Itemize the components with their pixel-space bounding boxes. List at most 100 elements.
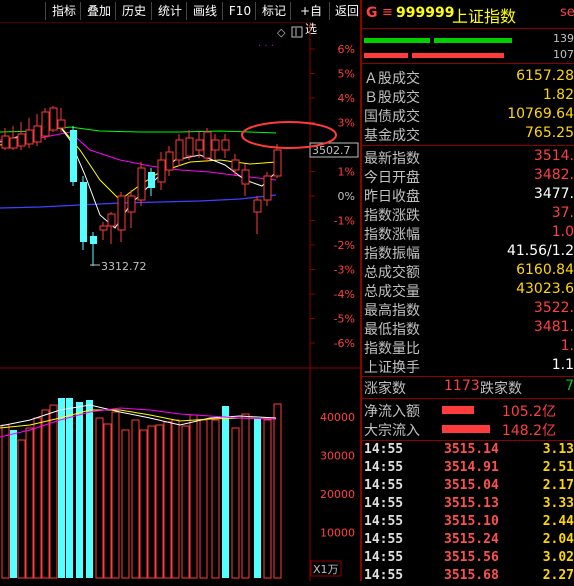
candle-down bbox=[148, 172, 155, 188]
trade-price: 3515.24 bbox=[444, 532, 499, 547]
volume-axis-label: 40000 bbox=[320, 411, 355, 424]
volume-bar-up bbox=[199, 419, 208, 579]
price-axis-label: -3% bbox=[334, 264, 355, 277]
price-axis-labels: 6%5%4%3%2%1%0%-1%-2%-3%-4%-5%-6% bbox=[310, 43, 355, 350]
menu-icon[interactable]: ≡ bbox=[382, 5, 393, 20]
candle-up bbox=[195, 139, 204, 151]
index-stat-row: 最低指数 3481. bbox=[362, 319, 574, 338]
index-stat-value: 3514. bbox=[533, 148, 574, 164]
toolbar-f10-button[interactable]: F10 bbox=[222, 2, 257, 20]
turnover-row: Ａ股成交 6157.28 bbox=[362, 68, 574, 87]
volume-axis-label: 20000 bbox=[320, 488, 355, 501]
volume-bar-down bbox=[222, 406, 229, 578]
toolbar-mark-button[interactable]: 标记 bbox=[255, 2, 292, 20]
trade-row: 14:55 3515.04 2.17 bbox=[362, 478, 574, 496]
index-stat-row: 总成交量 43023.6 bbox=[362, 281, 574, 300]
index-stat-row: 指数振幅 41.56/1.2 bbox=[362, 243, 574, 262]
trade-time: 14:55 bbox=[364, 514, 404, 529]
index-stat-row: 总成交额 6160.84 bbox=[362, 262, 574, 281]
trade-price: 3514.91 bbox=[444, 460, 499, 475]
index-stat-row: 最新指数 3514. bbox=[362, 148, 574, 167]
index-stat-label: 指数涨幅 bbox=[364, 227, 420, 243]
index-stat-value: 3477. bbox=[533, 186, 574, 202]
circle-annotation[interactable] bbox=[241, 121, 337, 149]
chart-toolbar: 指标 叠加 历史 统计 画线 F10 标记 +自选 返回 bbox=[0, 0, 360, 36]
block-inflow-label: 大宗流入 bbox=[364, 423, 420, 439]
ratio-bar-up bbox=[364, 38, 430, 43]
candle-up bbox=[99, 225, 108, 231]
volume-bar-up bbox=[17, 439, 26, 579]
index-stat-label: 上证换手 bbox=[364, 360, 420, 376]
candle-up bbox=[117, 195, 126, 231]
volume-bar-up bbox=[25, 427, 34, 579]
candle-up bbox=[203, 131, 212, 159]
candle-up bbox=[17, 133, 26, 147]
toolbar-overlay-button[interactable]: 叠加 bbox=[80, 2, 117, 20]
candle-down bbox=[70, 130, 77, 182]
trade-price: 3515.10 bbox=[444, 514, 499, 529]
price-axis-label: -4% bbox=[334, 288, 355, 301]
trade-time: 14:55 bbox=[364, 460, 404, 475]
window-icon[interactable] bbox=[291, 26, 303, 38]
candle-up bbox=[165, 151, 174, 171]
index-stat-value: 6160.84 bbox=[516, 262, 574, 278]
volume-bar-up bbox=[163, 421, 172, 579]
index-stat-row: 指数涨跌 37. bbox=[362, 205, 574, 224]
trade-volume: 2.04 bbox=[542, 532, 574, 547]
index-stat-value: 3481. bbox=[533, 319, 574, 335]
down-count-label: 跌家数 bbox=[480, 381, 522, 397]
trade-price: 3515.56 bbox=[444, 550, 499, 565]
volume-bar-up bbox=[211, 419, 220, 579]
toolbar-history-button[interactable]: 历史 bbox=[115, 2, 152, 20]
mini-dots: · · · bbox=[258, 41, 274, 52]
trade-row: 14:55 3515.56 3.02 bbox=[362, 550, 574, 568]
index-stat-value: 37. bbox=[551, 205, 574, 221]
volume-bar-up bbox=[263, 419, 272, 579]
volume-bar-up bbox=[103, 423, 112, 579]
diamond-icon[interactable]: ◇ bbox=[277, 26, 286, 39]
candle-up bbox=[263, 175, 272, 201]
index-stat-value: 1.1 bbox=[551, 357, 574, 373]
index-stat-label: 指数涨跌 bbox=[364, 208, 420, 224]
block-inflow-row: 大宗流入 148.2亿 bbox=[362, 420, 574, 439]
ratio-bar-up2 bbox=[434, 38, 512, 43]
stock-code: 999999 bbox=[396, 5, 455, 21]
down-count-value: 7 bbox=[565, 378, 574, 394]
volume-axis-label: 30000 bbox=[320, 450, 355, 463]
turnover-row: 国债成交 10769.64 bbox=[362, 106, 574, 125]
turnover-value: 1.82 bbox=[542, 87, 574, 103]
turnover-value: 765.25 bbox=[525, 125, 574, 141]
candle-up bbox=[221, 139, 230, 151]
candle-up bbox=[137, 167, 146, 201]
index-stat-label: 总成交量 bbox=[364, 284, 420, 300]
price-axis-label: -1% bbox=[334, 215, 355, 228]
index-stat-label: 指数振幅 bbox=[364, 246, 420, 262]
turnover-value: 10769.64 bbox=[507, 106, 574, 122]
index-stat-row: 今日开盘 3482. bbox=[362, 167, 574, 186]
kline-chart[interactable]: ◇ · · · 6%5%4%3%2%1%0%-1%-2%-3%-4%-5%-6%… bbox=[0, 22, 360, 581]
toolbar-back-button[interactable]: 返回 bbox=[329, 2, 364, 20]
trade-row: 14:55 3514.91 2.51 bbox=[362, 460, 574, 478]
price-axis-label: 4% bbox=[338, 92, 355, 105]
volume-bar-up bbox=[1, 424, 10, 579]
toolbar-draw-button[interactable]: 画线 bbox=[186, 2, 223, 20]
index-stat-value: 3522. bbox=[533, 300, 574, 316]
volume-bar-up bbox=[155, 424, 164, 579]
volume-bar-up bbox=[131, 419, 140, 579]
price-axis-label: -5% bbox=[334, 313, 355, 326]
up-count-value: 1173 bbox=[444, 378, 480, 394]
candle-up bbox=[185, 137, 194, 157]
volume-bar-up bbox=[181, 425, 190, 579]
toolbar-stats-button[interactable]: 统计 bbox=[151, 2, 188, 20]
candle-up bbox=[57, 119, 66, 129]
candle-down bbox=[80, 182, 87, 242]
toolbar-indicator-button[interactable]: 指标 bbox=[45, 2, 82, 20]
candlestick-series bbox=[1, 106, 282, 266]
price-axis-label: 1% bbox=[338, 166, 355, 179]
net-inflow-bar bbox=[442, 406, 474, 414]
toolbar-favorite-button[interactable]: +自选 bbox=[290, 2, 331, 36]
trade-volume: 2.44 bbox=[542, 514, 574, 529]
trade-volume: 2.51 bbox=[542, 460, 574, 475]
index-stat-row: 指数量比 1. bbox=[362, 338, 574, 357]
turnover-label: 基金成交 bbox=[364, 128, 420, 144]
